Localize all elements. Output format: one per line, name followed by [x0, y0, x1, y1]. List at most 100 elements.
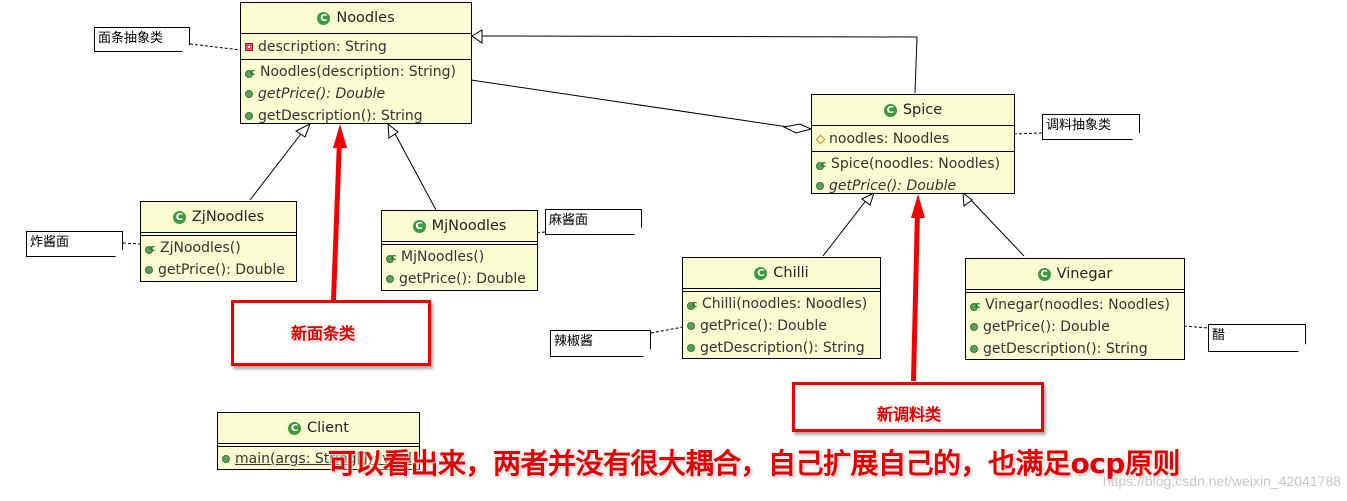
operation-row: getPrice(): Double [966, 316, 1184, 338]
class-zjnoodles[interactable]: C ZjNoodles c ZjNoodles() getPrice(): Doub… [140, 201, 297, 282]
note-zjnoodles[interactable]: 炸酱面 [26, 231, 123, 257]
annotation-conclusion: 可以看出来，两者并没有很大耦合，自己扩展自己的，也满足ocp原则 [328, 447, 1180, 480]
class-header: C Chilli [683, 258, 880, 289]
aggregation-noodles-spice [470, 79, 789, 128]
constructor-icon: c [145, 242, 155, 254]
operation-text: Vinegar(noodles: Noodles) [985, 297, 1170, 313]
class-icon: C [288, 421, 301, 435]
note-connector-zjnoodles [122, 242, 142, 245]
uml-diagram-canvas: C Noodles description: String c Noodles(de… [0, 0, 1347, 501]
class-icon: C [317, 11, 331, 25]
operations-compartment: c Vinegar(noodles: Noodles) getPrice(): D… [966, 293, 1184, 362]
class-header: C MjNoodles [382, 211, 537, 242]
generalization-spice-noodles [481, 35, 918, 94]
constructor-icon: c [970, 299, 980, 311]
attribute-row: description: String [241, 36, 471, 58]
operation-row: getDescription(): String [683, 337, 880, 359]
operation-text: getPrice(): Double [258, 86, 386, 102]
class-header: C Client [218, 413, 419, 444]
class-icon: C [412, 219, 426, 233]
operation-row: getPrice(): Double [241, 83, 471, 105]
operation-row: c Chilli(noodles: Noodles) [683, 293, 880, 315]
note-noodles[interactable]: 面条抽象类 [94, 27, 190, 52]
operation-text: getPrice(): Double [158, 262, 285, 278]
protected-field-icon [815, 134, 826, 144]
class-name: ZjNoodles [191, 209, 265, 225]
operation-text: getPrice(): Double [829, 178, 957, 194]
attribute-row: noodles: Noodles [812, 128, 1014, 150]
public-method-icon [245, 112, 253, 120]
operations-compartment: c Spice(noodles: Noodles) getPrice(): Dou… [812, 152, 1014, 199]
public-method-icon [245, 90, 253, 98]
public-method-icon [970, 323, 978, 331]
operation-row: getPrice(): Double [683, 315, 880, 337]
class-header: C Spice [812, 95, 1014, 126]
class-vinegar[interactable]: C Vinegar c Vinegar(noodles: Noodles) getP… [965, 258, 1185, 360]
operation-row: c MjNoodles() [382, 246, 537, 268]
class-icon: C [172, 210, 186, 224]
operation-text: getDescription(): String [700, 340, 865, 356]
watermark: https://blog.csdn.net/weixin_42041788 [1102, 473, 1341, 489]
operations-compartment: c Noodles(description: String) getPrice()… [241, 60, 471, 129]
class-chilli[interactable]: C Chilli c Chilli(noodles: Noodles) getPri… [682, 257, 881, 359]
constructor-icon: c [816, 158, 826, 170]
operation-text: Chilli(noodles: Noodles) [702, 296, 868, 312]
static-method-icon [222, 455, 230, 463]
red-arrow-new-spice-shaft [911, 210, 920, 381]
class-name: Chilli [773, 265, 809, 281]
generalization-vinegar-spice [968, 197, 1025, 257]
note-connector-noodles [189, 43, 242, 51]
note-mjnoodles[interactable]: 麻酱面 [545, 209, 642, 235]
constructor-icon: c [245, 66, 255, 78]
constructor-icon: c [386, 251, 396, 263]
note-spice[interactable]: 调料抽象类 [1042, 114, 1140, 140]
operation-row: c ZjNoodles() [141, 237, 296, 259]
class-spice[interactable]: C Spice noodles: Noodles c Spice(noodles: … [811, 94, 1015, 194]
attribute-text: noodles: Noodles [829, 131, 950, 147]
operations-compartment: c Chilli(noodles: Noodles) getPrice(): Do… [683, 292, 880, 361]
operation-row: getDescription(): String [241, 105, 471, 127]
class-name: Noodles [336, 10, 395, 26]
operation-text: MjNoodles() [401, 249, 485, 265]
operation-row: getPrice(): Double [382, 268, 537, 290]
red-arrow-new-noodles-shaft [331, 140, 342, 300]
operation-row: c Noodles(description: String) [241, 61, 471, 83]
public-method-icon [687, 322, 695, 330]
aggregation-diamond [782, 123, 813, 134]
public-method-icon [970, 345, 978, 353]
attributes-compartment: description: String [241, 34, 471, 60]
class-header: C ZjNoodles [141, 202, 296, 233]
note-connector-spice [1013, 132, 1043, 135]
operation-text: ZjNoodles() [160, 240, 241, 256]
note-vinegar[interactable]: 醋 [1208, 324, 1306, 352]
class-icon: C [883, 103, 897, 117]
operation-text: getDescription(): String [983, 341, 1148, 357]
operation-text: getPrice(): Double [983, 319, 1110, 335]
note-chilli[interactable]: 辣椒酱 [550, 330, 651, 357]
operation-row: c Spice(noodles: Noodles) [812, 153, 1014, 175]
class-name: Vinegar [1056, 266, 1113, 282]
public-method-icon [687, 344, 695, 352]
class-header: C Noodles [241, 3, 471, 34]
class-mjnoodles[interactable]: C MjNoodles c MjNoodles() getPrice(): Doub… [381, 210, 538, 291]
operation-text: Spice(noodles: Noodles) [831, 156, 1001, 172]
generalization-arrowhead-spice [471, 29, 483, 44]
private-field-icon [245, 43, 253, 51]
operation-text: getDescription(): String [258, 108, 423, 124]
operation-row: getDescription(): String [966, 338, 1184, 360]
public-method-icon [386, 275, 394, 283]
class-name: Client [307, 420, 349, 436]
annotation-label-new-spice: 新调料类 [877, 405, 942, 424]
operation-row: getPrice(): Double [812, 175, 1014, 197]
public-method-icon [816, 182, 824, 190]
class-header: C Vinegar [966, 259, 1184, 290]
note-connector-chilli [650, 326, 684, 334]
generalization-chilli-spice [822, 197, 869, 257]
class-name: MjNoodles [431, 218, 507, 234]
class-noodles[interactable]: C Noodles description: String c Noodles(de… [240, 2, 472, 124]
operation-text: Noodles(description: String) [260, 64, 456, 80]
operations-compartment: c MjNoodles() getPrice(): Double [382, 245, 537, 292]
note-connector-mjnoodles [536, 231, 546, 234]
class-icon: C [1037, 267, 1051, 281]
note-connector-vinegar [1183, 325, 1209, 329]
